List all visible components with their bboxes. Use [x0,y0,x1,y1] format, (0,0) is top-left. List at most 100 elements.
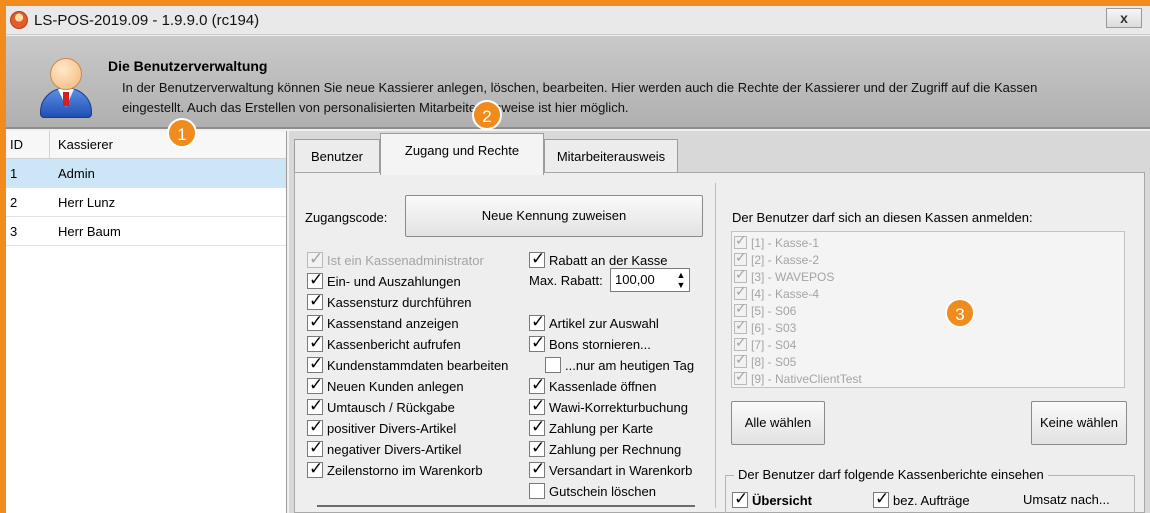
checkbox-right[interactable]: Kundenstammdaten bearbeiten [307,354,508,375]
checkbox-box [732,489,748,509]
registers-label: Der Benutzer darf sich an diesen Kassen … [732,210,1033,225]
checkbox-label: Artikel zur Auswahl [549,315,659,331]
checkbox-right[interactable]: Bons stornieren... [529,333,651,354]
list-row[interactable]: 3 Herr Baum [6,217,286,246]
column-header-id[interactable]: ID [6,131,50,158]
register-checkbox[interactable]: [4] - Kasse-4 [734,284,1124,302]
checkbox-right[interactable]: Neuen Kunden anlegen [307,375,464,396]
checkbox-box [529,483,545,499]
checkbox-box [529,438,545,458]
checkbox-label: ...nur am heutigen Tag [565,357,695,373]
checkbox-box [529,375,545,395]
checkbox-label: Ist ein Kassenadministrator [327,252,484,268]
register-checkbox[interactable]: [5] - S06 [734,301,1124,319]
checkbox-box [307,396,323,416]
checkbox-label: positiver Divers-Artikel [327,420,457,436]
register-label: [4] - Kasse-4 [751,286,820,301]
checkbox-report-overview[interactable]: Übersicht [732,489,812,510]
checkbox-box [307,417,323,437]
register-label: [3] - WAVEPOS [751,269,835,284]
cashier-list: ID Kassierer 1 Admin 2 Herr Lunz 3 Herr … [6,131,287,513]
checkbox-right[interactable]: Gutschein löschen [529,481,656,501]
checkbox-box [307,354,323,374]
checkbox-right[interactable]: Versandart in Warenkorb [529,459,693,480]
checkbox-box [873,489,889,509]
checkbox-box [734,352,747,368]
header-description: In der Benutzerverwaltung können Sie neu… [122,80,1038,115]
register-label: [8] - S05 [751,354,797,369]
checkbox-label: Kassenstand anzeigen [327,315,459,331]
register-checkbox[interactable]: [1] - Kasse-1 [734,233,1124,251]
checkbox-label: negativer Divers-Artikel [327,441,462,457]
checkbox-right[interactable]: Artikel zur Auswahl [529,312,659,333]
callout-badge-3: 3 [945,298,975,328]
checkbox-box [307,438,323,458]
app-icon [10,11,28,29]
register-checkbox[interactable]: [2] - Kasse-2 [734,250,1124,268]
app-window: LS-POS-2019.09 - 1.9.9.0 (rc194) x Die B… [6,6,1150,513]
access-code-label: Zugangscode: [305,210,388,225]
title-bar: LS-POS-2019.09 - 1.9.9.0 (rc194) x [6,6,1150,35]
checkbox-right[interactable]: Zahlung per Rechnung [529,438,681,459]
assign-code-button[interactable]: Neue Kennung zuweisen [405,195,703,237]
checkbox-box [307,270,323,290]
reports-group-title: Der Benutzer darf folgende Kassenbericht… [734,467,1048,482]
register-label: [9] - NativeClientTest [751,371,862,386]
umsatz-nach-link[interactable]: Umsatz nach... [1023,492,1110,507]
checkbox-box [529,396,545,416]
checkbox-right[interactable]: Ein- und Auszahlungen [307,270,461,291]
register-checkbox[interactable]: [7] - S04 [734,335,1124,353]
checkbox-label: Zeilenstorno im Warenkorb [327,462,483,478]
checkbox-box [734,318,747,334]
checkbox-label: Kassenbericht aufrufen [327,336,461,352]
checkbox-box [529,249,545,269]
row-name: Herr Baum [58,224,121,239]
checkbox-right[interactable]: ...nur am heutigen Tag [545,355,694,375]
tab-zugang-und-rechte[interactable]: Zugang und Rechte [380,133,544,175]
checkbox-right[interactable]: positiver Divers-Artikel [307,417,457,438]
reports-group: Der Benutzer darf folgende Kassenbericht… [725,467,1135,513]
tab-mitarbeiterausweis[interactable]: Mitarbeiterausweis [544,139,678,173]
checkbox-right[interactable]: Wawi-Korrekturbuchung [529,396,688,417]
select-none-button[interactable]: Keine wählen [1031,401,1127,445]
checkbox-right[interactable]: Zahlung per Karte [529,417,653,438]
select-all-button[interactable]: Alle wählen [731,401,825,445]
checkbox-right[interactable]: Kassensturz durchführen [307,291,472,312]
checkbox-label: Ein- und Auszahlungen [327,273,461,289]
checkbox-label: Bons stornieren... [549,336,651,352]
register-checkbox[interactable]: [8] - S05 [734,352,1124,370]
row-id: 2 [10,195,18,210]
register-checkbox[interactable]: [3] - WAVEPOS [734,267,1124,285]
close-button[interactable]: x [1106,8,1142,28]
divider [317,505,695,507]
checkbox-right[interactable]: negativer Divers-Artikel [307,438,462,459]
checkbox-label: Neuen Kunden anlegen [327,378,464,394]
register-label: [2] - Kasse-2 [751,252,820,267]
row-name: Herr Lunz [58,195,116,210]
max-discount-stepper[interactable]: 100,00 ▲ ▼ [610,268,690,292]
register-label: [6] - S03 [751,320,797,335]
checkbox-box [734,267,747,283]
checkbox-right[interactable]: Rabatt an der Kasse [529,249,668,270]
list-row[interactable]: 1 Admin [6,159,286,188]
checkbox-box [307,249,323,269]
checkbox-right[interactable]: Kassenlade öffnen [529,375,656,396]
register-checkbox[interactable]: [6] - S03 [734,318,1124,336]
stepper-arrows-icon[interactable]: ▲ ▼ [675,270,687,290]
header-banner: Die Benutzerverwaltung In der Benutzerve… [6,36,1150,129]
checkbox-right[interactable]: Kassenstand anzeigen [307,312,459,333]
list-row[interactable]: 2 Herr Lunz [6,188,286,217]
checkbox-right[interactable]: Ist ein Kassenadministrator [307,249,484,270]
checkbox-right[interactable]: Zeilenstorno im Warenkorb [307,459,483,480]
checkbox-box [734,233,747,249]
checkbox-right[interactable]: Umtausch / Rückgabe [307,396,455,417]
register-checkbox[interactable]: [9] - NativeClientTest [734,369,1124,387]
checkbox-box [529,459,545,479]
checkbox-right[interactable]: Kassenbericht aufrufen [307,333,461,354]
checkbox-report-orders[interactable]: bez. Aufträge [873,489,970,510]
checkbox-box [529,312,545,332]
checkbox-label: Versandart in Warenkorb [549,462,693,478]
checkbox-box [307,375,323,395]
tab-benutzer[interactable]: Benutzer [294,139,380,173]
checkbox-box [529,417,545,437]
